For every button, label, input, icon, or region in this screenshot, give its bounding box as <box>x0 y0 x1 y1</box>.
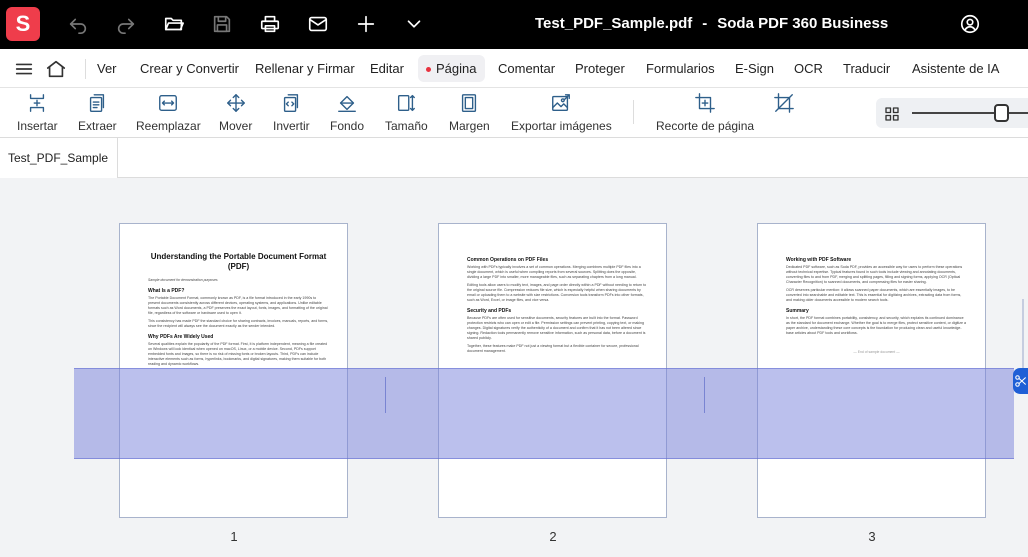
zoom-slider-track[interactable] <box>912 112 1028 114</box>
menu-asistente-de-ia[interactable]: Asistente de IA <box>912 61 999 76</box>
page-thumbnails-workspace: Understanding the Portable Document Form… <box>0 179 1028 557</box>
menu-traducir[interactable]: Traducir <box>843 61 890 76</box>
fondo-button[interactable]: Fondo <box>330 92 364 133</box>
tamano-label: Tamaño <box>385 119 428 133</box>
menu-editar[interactable]: Editar <box>370 61 404 76</box>
page-2-paragraph-4: Together, these features make PDF not ju… <box>467 344 639 353</box>
insert-pages-icon <box>30 94 45 112</box>
page-3-heading-1: Working with PDF Software <box>786 257 852 263</box>
page-3-heading-2: Summary <box>786 308 809 314</box>
crop-off-button[interactable] <box>773 92 795 114</box>
invertir-button[interactable]: Invertir <box>273 92 310 133</box>
document-tab-bar: Test_PDF_Sample <box>0 138 1028 178</box>
margen-button[interactable]: Margen <box>449 92 490 133</box>
toolbar-divider <box>633 100 634 124</box>
fondo-label: Fondo <box>330 119 365 133</box>
product-name: Soda PDF 360 Business <box>717 15 889 32</box>
zoom-slider-thumb[interactable] <box>994 104 1009 122</box>
reverse-pages-icon <box>284 94 299 112</box>
page-3-paragraph-3: In short, the PDF format combines portab… <box>786 316 966 335</box>
margen-label: Margen <box>449 119 490 133</box>
page-3-paragraph-2: OCR deserves particular mention: it allo… <box>786 288 962 302</box>
menu-divider <box>85 59 86 79</box>
exportar-imagenes-label: Exportar imágenes <box>511 119 612 133</box>
invertir-label: Invertir <box>273 119 310 133</box>
account-icon[interactable] <box>958 12 982 36</box>
page-number-2: 2 <box>549 529 557 544</box>
menu-formularios[interactable]: Formularios <box>646 61 715 76</box>
redo-icon[interactable] <box>114 12 138 36</box>
save-icon[interactable] <box>210 12 234 36</box>
tab-test-pdf-sample[interactable]: Test_PDF_Sample <box>0 138 119 178</box>
page-size-icon <box>398 94 416 112</box>
export-images-icon <box>552 94 571 112</box>
window-title: Test_PDF_Sample.pdf - Soda PDF 360 Busines… <box>535 15 888 32</box>
right-scroll-indicator[interactable] <box>1022 299 1024 379</box>
menu-pagina[interactable]: Página <box>418 55 486 82</box>
page-1-title: Understanding the Portable Document Form… <box>150 252 327 271</box>
page-toolbar: Insertar Extraer Reemplazar Mover Invert… <box>0 88 1028 138</box>
page-1-heading-2: Why PDFs Are Widely Used <box>148 334 214 340</box>
page-1-paragraph-3: Several qualities explain the popularity… <box>148 342 328 366</box>
margin-icon <box>462 94 477 112</box>
page-3-footer: — End of sample document — <box>853 350 900 354</box>
menu-crear-y-convertir[interactable]: Crear y Convertir <box>140 61 239 76</box>
grid-view-icon[interactable] <box>880 102 904 126</box>
home-icon[interactable] <box>44 57 68 81</box>
hamburger-menu-icon[interactable] <box>12 57 36 81</box>
menu-e-sign[interactable]: E-Sign <box>735 61 774 76</box>
menu-rellenar-y-firmar[interactable]: Rellenar y Firmar <box>255 61 355 76</box>
title-separator: - <box>702 15 708 32</box>
insertar-button[interactable]: Insertar <box>17 92 58 133</box>
mover-label: Mover <box>219 119 253 133</box>
extraer-button[interactable]: Extraer <box>78 92 117 133</box>
menu-proteger[interactable]: Proteger <box>575 61 625 76</box>
recorte-de-pagina-button[interactable]: Recorte de página <box>656 92 754 133</box>
page-1-heading-1: What Is a PDF? <box>148 288 185 294</box>
zoom-control <box>876 98 1028 128</box>
reemplazar-button[interactable]: Reemplazar <box>136 92 201 133</box>
move-arrows-icon <box>226 94 245 112</box>
insertar-label: Insertar <box>17 119 58 133</box>
page-2-paragraph-3: Because PDFs are often used for sensitiv… <box>467 316 646 340</box>
folder-open-icon[interactable] <box>162 12 186 36</box>
file-name: Test_PDF_Sample.pdf <box>535 15 693 32</box>
page-number-1: 1 <box>230 529 238 544</box>
exportar-imagenes-button[interactable]: Exportar imágenes <box>511 92 612 133</box>
page-3-paragraph-1: Dedicated PDF software, such as Soda PDF… <box>786 265 963 284</box>
page-number-3: 3 <box>868 529 876 544</box>
mail-icon[interactable] <box>306 12 330 36</box>
page-2-heading-1: Common Operations on PDF Files <box>467 257 549 263</box>
extract-pages-icon <box>90 94 105 112</box>
page-2-paragraph-2: Editing tools allow users to modify text… <box>467 283 647 302</box>
menu-ver[interactable]: Ver <box>97 61 117 76</box>
tamano-button[interactable]: Tamaño <box>385 92 428 133</box>
page-1-paragraph-2: This consistency has made PDF the standa… <box>148 319 329 328</box>
soda-pdf-logo[interactable]: S <box>6 7 40 41</box>
menu-comentar[interactable]: Comentar <box>498 61 555 76</box>
mover-button[interactable]: Mover <box>219 92 252 133</box>
paint-bucket-icon <box>338 95 356 112</box>
page-1-subtitle: Sample document for demonstration purpos… <box>148 278 218 282</box>
plus-icon[interactable] <box>354 12 378 36</box>
menu-bar: Ver Crear y Convertir Rellenar y Firmar … <box>0 49 1028 88</box>
scissors-icon[interactable] <box>1013 368 1028 394</box>
page-1-paragraph-1: The Portable Document Format, commonly k… <box>148 296 328 315</box>
selection-rectangle[interactable] <box>74 368 1014 459</box>
print-icon[interactable] <box>258 12 282 36</box>
page-2-heading-2: Security and PDFs <box>467 308 512 314</box>
crop-off-icon <box>774 93 794 113</box>
extraer-label: Extraer <box>78 119 117 133</box>
title-bar: S Test_PDF_Sample.pdf - Soda PDF 360 Busin… <box>0 0 1028 49</box>
menu-ocr[interactable]: OCR <box>794 61 823 76</box>
chevron-down-icon[interactable] <box>402 12 426 36</box>
crop-page-icon <box>695 93 715 113</box>
recorte-de-pagina-label: Recorte de página <box>656 119 755 133</box>
reemplazar-label: Reemplazar <box>136 119 201 133</box>
undo-icon[interactable] <box>66 12 90 36</box>
page-2-paragraph-1: Working with PDFs typically involves a s… <box>467 265 641 279</box>
replace-pages-icon <box>159 94 178 112</box>
